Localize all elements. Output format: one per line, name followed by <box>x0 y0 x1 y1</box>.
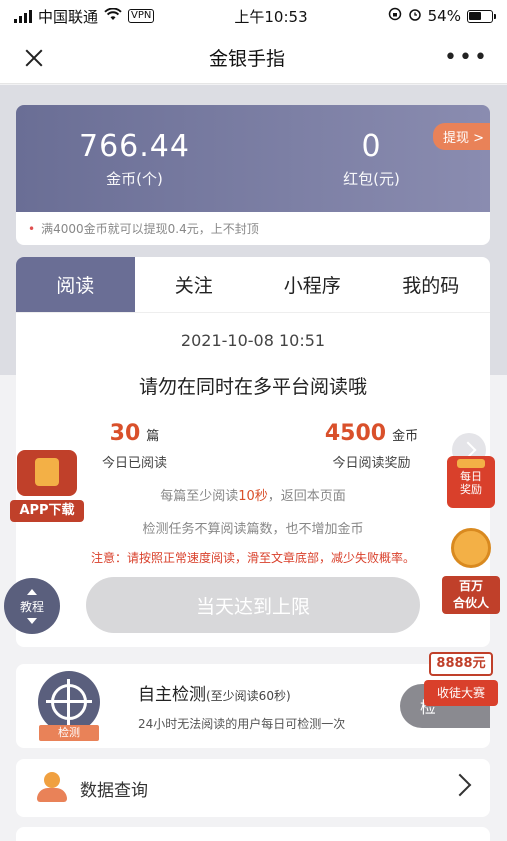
alarm-icon <box>408 7 422 25</box>
wifi-icon <box>104 7 122 25</box>
contest-label: 收徒大赛 <box>424 680 498 706</box>
medal-icon <box>451 528 491 568</box>
battery-icon <box>466 9 496 23</box>
contest-button[interactable]: 8888元 收徒大赛 <box>424 652 498 712</box>
withdraw-tip: • 满4000金币就可以提现0.4元，上不封顶 <box>16 212 490 245</box>
detect-ribbon: 检测 <box>39 725 99 741</box>
daily-reward-line2: 奖励 <box>460 483 482 496</box>
partner-line1: 百万 <box>458 579 483 593</box>
detect-hint: (至少阅读60秒) <box>206 689 291 703</box>
bullet-dot-icon: • <box>28 221 36 236</box>
tip-text: 满4000金币就可以提现0.4元，上不封顶 <box>41 222 259 236</box>
red-packet-label: 红包(元) <box>343 169 400 188</box>
self-detect-card: 检测 自主检测(至少阅读60秒) 24小时无法阅读的用户每日可检测一次 检 <box>16 664 490 748</box>
read-count-unit: 篇 <box>146 429 160 444</box>
carrier-name: 中国联通 <box>38 7 99 26</box>
partner-button[interactable]: 百万 合伙人 <box>442 528 500 614</box>
close-icon[interactable] <box>18 42 50 74</box>
warning-notice: 注意：请按照正常速度阅读，滑至文章底部，减少失败概率。 <box>90 551 415 565</box>
daily-reward-button[interactable]: 每日 奖励 <box>447 456 495 508</box>
coins-label: 金币(个) <box>106 169 163 188</box>
reward-value: 4500 <box>324 421 387 446</box>
target-icon: 检测 <box>34 671 104 741</box>
app-icon <box>17 450 77 496</box>
task-card: 阅读 关注 小程序 我的码 2021-10-08 10:51 请勿在同时在多平台… <box>16 257 490 647</box>
nav-bar: 金银手指 ••• <box>0 32 507 84</box>
next-card <box>16 827 490 841</box>
coins-balance: 766.44 金币(个) <box>16 105 253 212</box>
battery-percent: 54% <box>427 7 461 25</box>
reading-stats: 30 篇 今日已阅读 4500 金币 今日阅读奖励 <box>16 421 490 471</box>
tab-read[interactable]: 阅读 <box>16 257 135 312</box>
partner-label: 百万 合伙人 <box>442 576 500 614</box>
status-left: 中国联通 VPN <box>14 6 155 27</box>
read-count-value: 30 <box>109 421 141 446</box>
tutorial-button[interactable]: 教程 <box>4 578 60 634</box>
tab-mini-program[interactable]: 小程序 <box>253 257 372 312</box>
status-bar: 中国联通 VPN 上午10:53 54% <box>0 0 507 32</box>
app-download-label: APP下载 <box>10 500 84 522</box>
arrow-up-icon <box>27 588 37 595</box>
detect-rule: 检测任务不算阅读篇数，也不增加金币 <box>142 522 364 537</box>
balance-card: 766.44 金币(个) 0 红包(元) 提现 > <box>16 105 490 212</box>
user-icon <box>34 770 70 806</box>
detect-title: 自主检测 <box>138 685 206 705</box>
withdraw-button[interactable]: 提现 > <box>432 123 490 150</box>
tab-follow[interactable]: 关注 <box>135 257 254 312</box>
more-icon[interactable]: ••• <box>444 46 489 69</box>
arrow-down-icon <box>27 617 37 624</box>
rule-suffix: ，返回本页面 <box>267 489 346 504</box>
gift-icon <box>457 459 485 468</box>
data-query-row[interactable]: 数据查询 <box>16 759 490 817</box>
red-packet-balance: 0 红包(元) <box>253 105 490 212</box>
task-headline: 请勿在同时在多平台阅读哦 <box>138 376 367 398</box>
page-title: 金银手指 <box>209 48 286 70</box>
coins-value: 766.44 <box>79 128 190 164</box>
task-datetime: 2021-10-08 10:51 <box>180 331 326 350</box>
signal-icon <box>14 9 32 23</box>
clock: 上午10:53 <box>234 7 308 26</box>
detect-desc: 24小时无法阅读的用户每日可检测一次 <box>138 717 346 731</box>
rule-highlight: 10秒 <box>238 489 268 504</box>
start-reading-button[interactable]: 当天达到上限 <box>86 577 420 633</box>
vpn-badge: VPN <box>128 9 155 23</box>
tutorial-label: 教程 <box>19 599 44 614</box>
status-right: 54% <box>388 7 496 25</box>
reading-rule: 每篇至少阅读10秒，返回本页面 <box>16 485 490 504</box>
chevron-right-icon <box>448 773 472 797</box>
app-download-button[interactable]: APP下载 <box>10 450 84 526</box>
tab-my-code[interactable]: 我的码 <box>372 257 491 312</box>
data-query-label: 数据查询 <box>80 780 148 801</box>
contest-amount: 8888元 <box>429 652 493 676</box>
reward-unit: 金币 <box>392 429 419 444</box>
rule-prefix: 每篇至少阅读 <box>160 489 239 504</box>
partner-line2: 合伙人 <box>452 596 489 610</box>
daily-reward-line1: 每日 <box>460 470 482 483</box>
red-packet-value: 0 <box>361 128 382 164</box>
rotation-lock-icon <box>388 7 402 25</box>
detect-text: 自主检测(至少阅读60秒) 24小时无法阅读的用户每日可检测一次 <box>138 680 345 732</box>
task-tabs: 阅读 关注 小程序 我的码 <box>16 257 490 313</box>
